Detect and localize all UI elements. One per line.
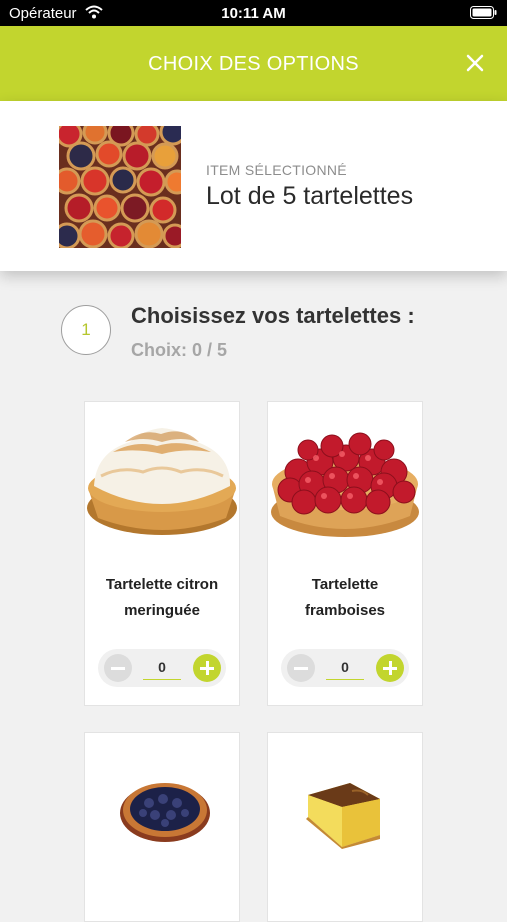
status-bar: Opérateur 10:11 AM (0, 0, 507, 26)
selection-count: Choix: 0 / 5 (131, 340, 228, 360)
status-time: 10:11 AM (221, 5, 286, 22)
quantity-stepper: 0 (281, 649, 409, 687)
product-card-myrtilles[interactable] (84, 732, 240, 922)
product-name: Tartelette citron meringuée (105, 576, 219, 619)
options-header: CHOIX DES OPTIONS (0, 26, 507, 101)
step-number-badge: 1 (61, 305, 111, 355)
lemon-meringue-tart-image (87, 428, 237, 535)
product-card-framboises[interactable]: Tartelette framboises 0 (267, 401, 423, 706)
blueberry-tart-image (120, 783, 210, 842)
selected-item-name: Lot de 5 tartelettes (206, 182, 414, 210)
quantity-field[interactable]: 0 (326, 655, 364, 680)
battery-icon (470, 6, 497, 19)
selected-item-caption: ITEM SÉLECTIONNÉ (206, 162, 347, 178)
plus-icon[interactable] (376, 654, 404, 682)
minus-icon[interactable] (104, 654, 132, 682)
close-icon[interactable] (463, 51, 487, 75)
flan-slice-image (306, 783, 380, 849)
product-card-flan[interactable] (267, 732, 423, 922)
minus-icon[interactable] (287, 654, 315, 682)
step-title: Choisissez vos tartelettes : (131, 303, 415, 328)
raspberry-tart-image (271, 432, 419, 537)
header-title: CHOIX DES OPTIONS (148, 53, 359, 75)
product-name: Tartelette framboises (304, 576, 386, 619)
plus-icon[interactable] (193, 654, 221, 682)
quantity-stepper: 0 (98, 649, 226, 687)
tartlets-assortment-image (59, 126, 181, 248)
quantity-field[interactable]: 0 (143, 655, 181, 680)
product-card-citron-meringuee[interactable]: Tartelette citron meringuée 0 (84, 401, 240, 706)
selected-item-panel: ITEM SÉLECTIONNÉ Lot de 5 tartelettes (0, 101, 507, 271)
